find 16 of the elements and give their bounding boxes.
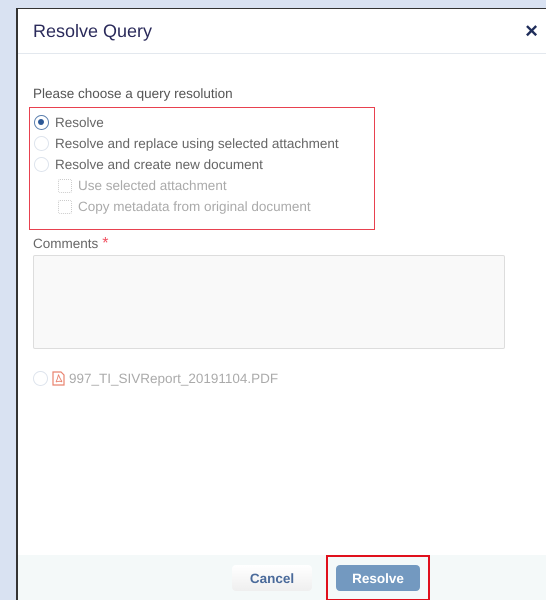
close-button[interactable]: × xyxy=(525,20,538,42)
option-label: Resolve and replace using selected attachment xyxy=(55,136,339,151)
cancel-button[interactable]: Cancel xyxy=(232,565,312,591)
dialog-title: Resolve Query xyxy=(33,20,152,42)
checkbox-label: Use selected attachment xyxy=(78,178,227,193)
prompt-text: Please choose a query resolution xyxy=(33,86,233,101)
comments-label: Comments xyxy=(33,236,98,251)
required-mark: * xyxy=(102,236,108,252)
radio-button[interactable] xyxy=(34,115,49,130)
resolve-button[interactable]: Resolve xyxy=(336,565,420,591)
file-name: 997_TI_SIVReport_20191104.PDF xyxy=(69,371,278,386)
option-label: Resolve xyxy=(55,115,104,130)
option-label: Resolve and create new document xyxy=(55,157,263,172)
checkbox-label: Copy metadata from original document xyxy=(78,199,311,214)
comments-field[interactable] xyxy=(33,255,505,349)
pdf-file-icon xyxy=(52,371,65,386)
